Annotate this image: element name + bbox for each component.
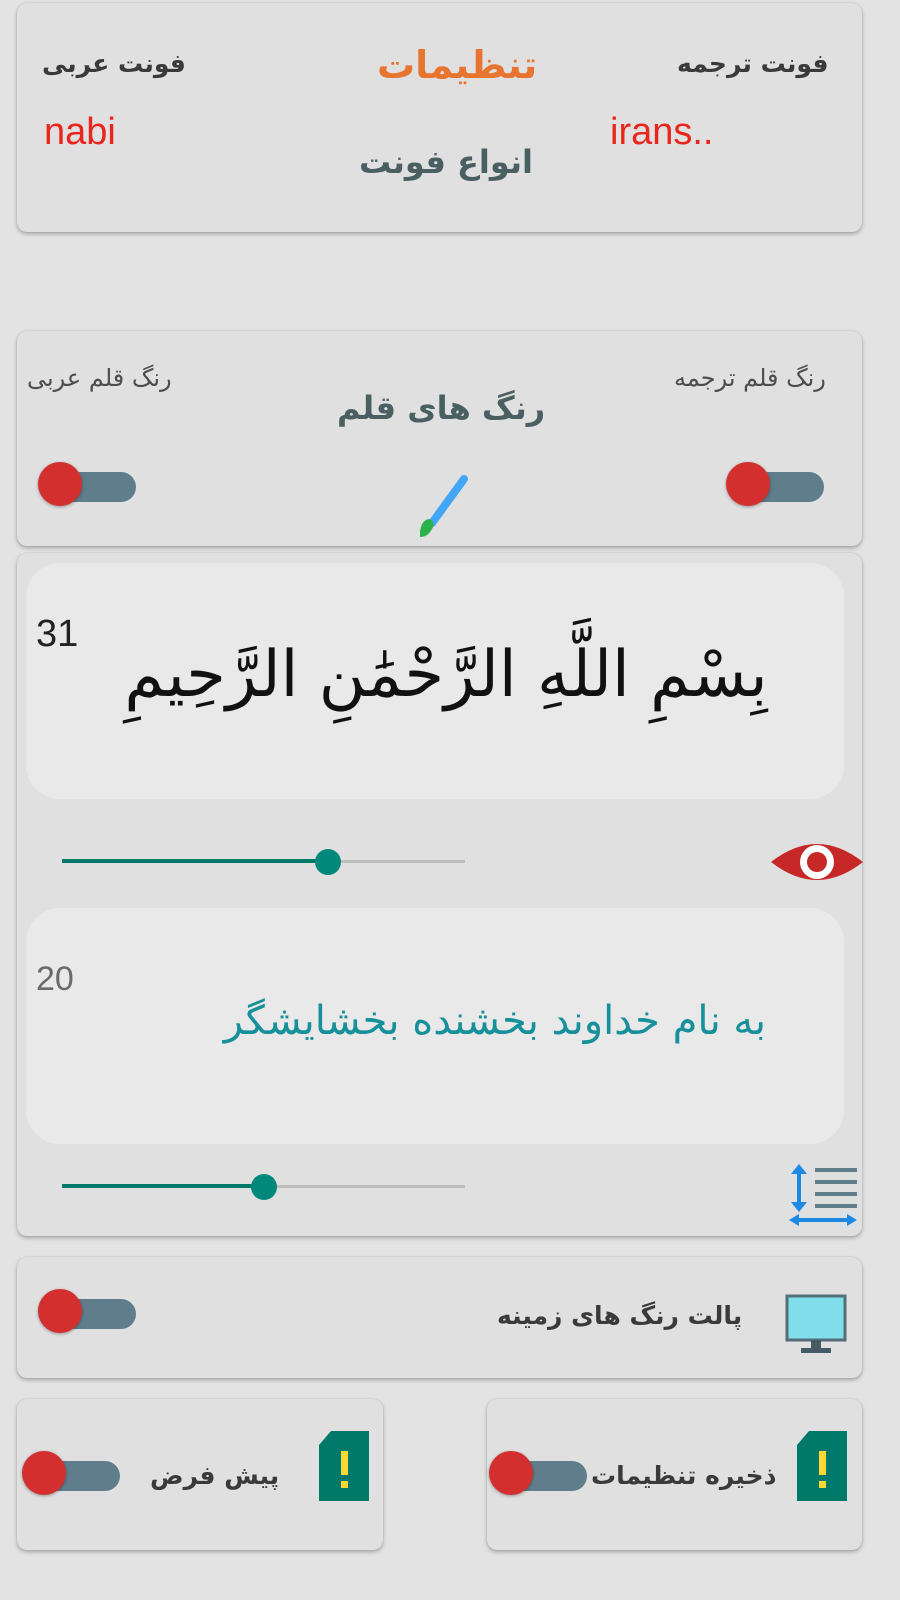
- arabic-font-size-slider[interactable]: [62, 846, 465, 876]
- eye-icon[interactable]: [769, 836, 865, 888]
- arabic-font-size-value: 31: [36, 613, 79, 655]
- pen-colors-card: رنگ قلم ترجمه رنگ قلم عربی رنگ های قلم: [17, 331, 862, 546]
- slider-fill: [62, 859, 328, 863]
- arabic-font-value[interactable]: nabi: [44, 111, 116, 154]
- switch-thumb: [489, 1451, 533, 1495]
- save-settings-switch[interactable]: [489, 1449, 589, 1501]
- background-palette-card[interactable]: پالت رنگ های زمینه: [17, 1257, 862, 1378]
- translation-font-size-slider[interactable]: [62, 1171, 465, 1201]
- paintbrush-icon[interactable]: [412, 471, 474, 541]
- text-preview-card: 31 بِسْمِ اللَّهِ الرَّحْمَٰنِ الرَّحِيم…: [17, 553, 865, 1236]
- translation-preview-text: به نام خداوند بخشنده بخشایشگر: [223, 998, 766, 1044]
- font-settings-card: تنظیمات فونت ترجمه فونت عربی irans.. nab…: [17, 3, 862, 232]
- slider-thumb[interactable]: [314, 849, 341, 875]
- background-palette-label: پالت رنگ های زمینه: [497, 1301, 743, 1330]
- save-settings-card[interactable]: ذخیره تنظیمات: [487, 1399, 862, 1550]
- switch-thumb: [38, 1289, 82, 1333]
- arabic-preview-text: بِسْمِ اللَّهِ الرَّحْمَٰنِ الرَّحِيمِ: [124, 638, 768, 712]
- sd-card-warning-icon: [319, 1431, 369, 1501]
- translation-pen-color-switch[interactable]: [726, 460, 826, 512]
- monitor-icon: [785, 1294, 847, 1353]
- font-types-label: انواع فونت: [359, 143, 533, 181]
- save-settings-label: ذخیره تنظیمات: [591, 1461, 777, 1490]
- slider-fill: [62, 1184, 264, 1188]
- translation-font-value[interactable]: irans..: [610, 111, 713, 154]
- arabic-pen-color-switch[interactable]: [38, 460, 138, 512]
- pen-colors-heading: رنگ های قلم: [337, 389, 546, 427]
- translation-font-label: فونت ترجمه: [677, 49, 829, 78]
- arabic-font-label: فونت عربی: [42, 49, 186, 78]
- arabic-preview-panel: 31 بِسْمِ اللَّهِ الرَّحْمَٰنِ الرَّحِيم…: [26, 563, 844, 799]
- default-label: پیش فرض: [150, 1461, 280, 1490]
- switch-thumb: [22, 1451, 66, 1495]
- default-settings-card[interactable]: پیش فرض: [17, 1399, 383, 1550]
- switch-thumb: [726, 462, 770, 506]
- translation-font-size-value: 20: [36, 960, 74, 998]
- switch-thumb: [38, 462, 82, 506]
- background-palette-switch[interactable]: [38, 1287, 138, 1339]
- settings-title: تنظیمات: [377, 43, 538, 87]
- arabic-pen-color-label: رنگ قلم عربی: [27, 364, 172, 392]
- translation-pen-color-label: رنگ قلم ترجمه: [674, 364, 826, 392]
- slider-thumb[interactable]: [250, 1174, 277, 1200]
- translation-preview-panel: 20 به نام خداوند بخشنده بخشایشگر: [26, 908, 844, 1144]
- line-spacing-icon[interactable]: [787, 1162, 859, 1226]
- sd-card-warning-icon: [797, 1431, 847, 1501]
- default-switch[interactable]: [22, 1449, 122, 1501]
